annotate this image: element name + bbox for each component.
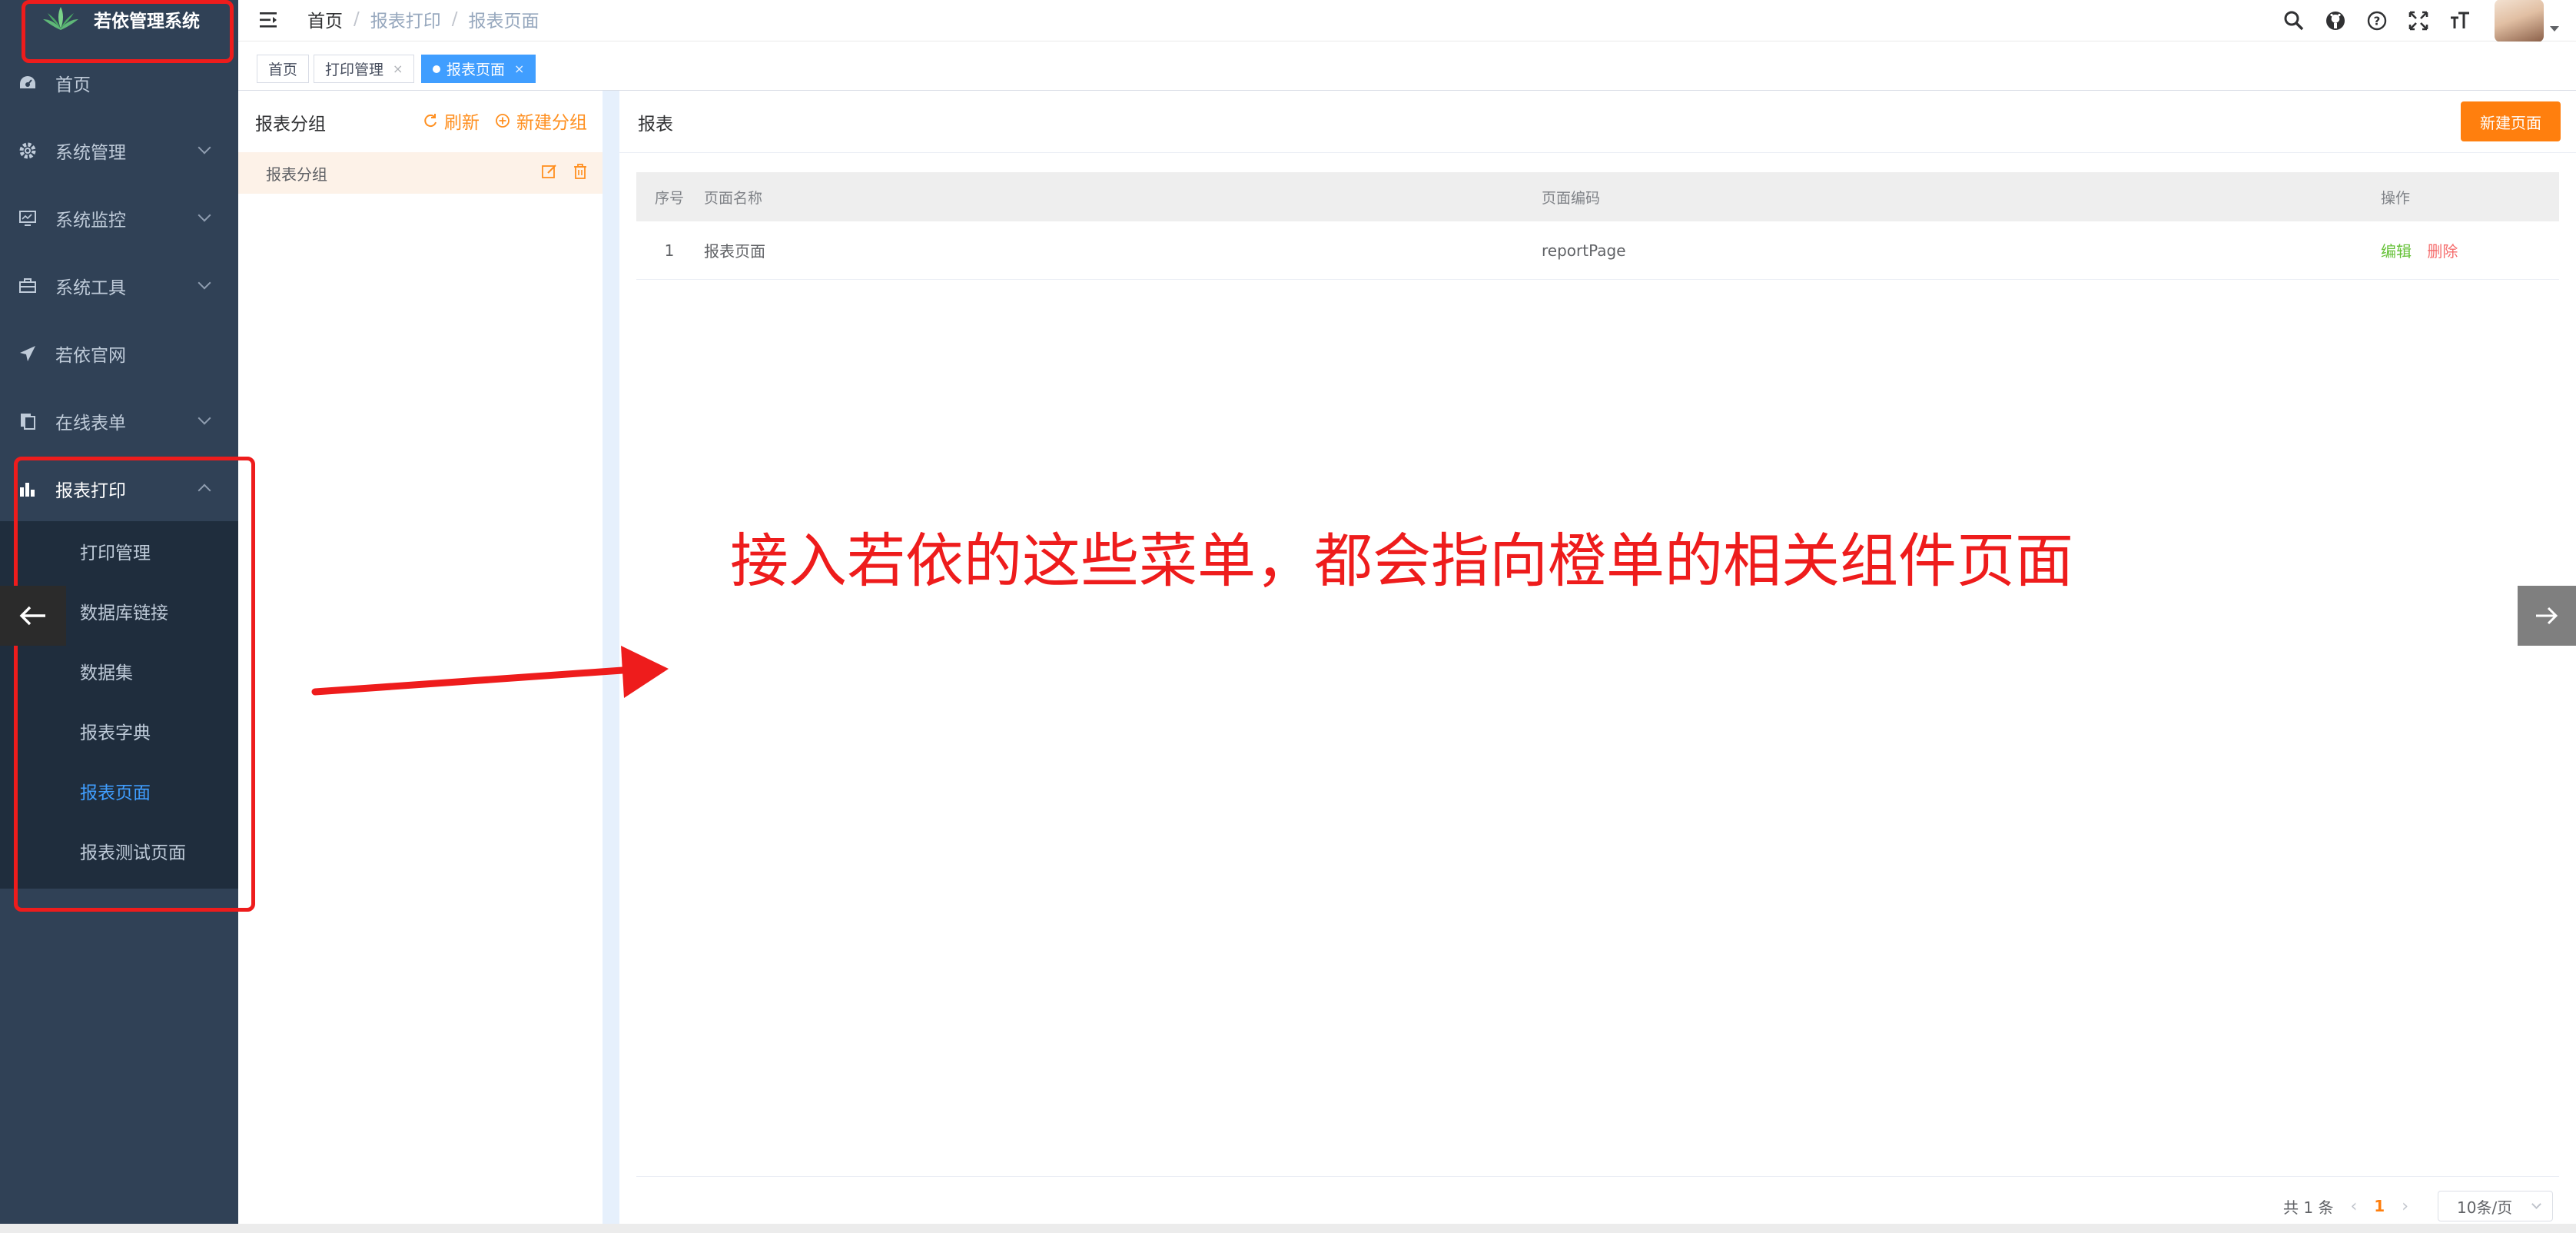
new-page-button[interactable]: 新建页面 [2461,101,2561,141]
breadcrumb-separator: / [451,9,458,29]
cell-page-code: reportPage [1542,241,1626,260]
cell-index: 1 [664,241,675,260]
sidebar-item-label: 首页 [55,75,91,95]
group-panel-title: 报表分组 [255,115,326,135]
active-dot-icon [433,65,440,73]
dashboard-icon [17,72,38,94]
table-header: 序号 页面名称 页面编码 操作 [636,172,2559,221]
chevron-down-icon [198,411,211,425]
new-group-button[interactable]: 新建分组 [495,108,587,134]
prev-page-icon[interactable]: ‹ [2350,1197,2357,1216]
navbar-right-menu: ? [2273,0,2576,42]
cell-page-name: 报表页面 [704,242,765,261]
divider [619,152,2576,153]
group-list-item[interactable]: 报表分组 [238,152,603,194]
pagination-current-page[interactable]: 1 [2374,1197,2385,1215]
sidebar-item-system-manage[interactable]: 系统管理 [0,117,238,184]
refresh-label: 刷新 [444,113,480,133]
cell-operations: 编辑 删除 [2381,239,2559,261]
pagination-total: 共 1 条 [2283,1198,2334,1217]
send-icon [17,343,38,364]
column-header-index: 序号 [654,189,684,207]
close-icon[interactable]: × [393,61,403,76]
pagination: 共 1 条 ‹ 1 › 10条/页 [2283,1188,2553,1224]
fullscreen-icon[interactable] [2405,8,2432,34]
tags-view: 首页 打印管理 × 报表页面 × [238,42,2576,91]
viewer-prev-button[interactable] [0,586,66,646]
chevron-down-icon [198,276,211,290]
tag-report-page[interactable]: 报表页面 × [421,55,536,83]
annotation-arrow-icon [311,646,669,698]
sidebar-item-label: 系统管理 [55,143,126,163]
chevron-down-icon [198,208,211,222]
breadcrumb-report-print: 报表打印 [370,12,441,32]
caret-down-icon[interactable] [2550,25,2559,32]
refresh-button[interactable]: 刷新 [423,108,480,134]
tag-home[interactable]: 首页 [257,55,310,83]
column-header-operation: 操作 [2381,189,2411,207]
next-page-icon[interactable]: › [2402,1197,2408,1216]
viewer-next-button[interactable] [2518,586,2576,646]
sidebar-item-label: 在线表单 [55,414,126,434]
report-panel-title: 报表 [638,115,673,135]
column-header-code: 页面编码 [1542,189,1601,207]
page-size-value: 10条/页 [2457,1198,2513,1217]
delete-icon[interactable] [572,163,589,180]
tag-label: 打印管理 [325,61,384,78]
new-group-label: 新建分组 [516,113,587,133]
report-panel: 报表 新建页面 序号 页面名称 页面编码 操作 1 报表页面 reportPag… [619,91,2576,1224]
group-name: 报表分组 [266,165,327,184]
toolbox-icon [17,275,38,297]
sidebar-item-label: 若依官网 [55,346,126,366]
sidebar-item-online-form[interactable]: 在线表单 [0,387,238,455]
hamburger-icon[interactable] [259,9,281,31]
group-panel-actions: 刷新 新建分组 [407,108,587,134]
tag-print-manage[interactable]: 打印管理 × [314,55,415,83]
group-row-ops [527,163,589,180]
help-icon[interactable]: ? [2364,8,2390,34]
divider [636,1176,2559,1177]
breadcrumb-separator: / [354,9,360,29]
breadcrumb-home[interactable]: 首页 [307,6,343,32]
navbar: 首页 / 报表打印 / 报表页面 ? [238,0,2576,42]
form-icon [17,410,38,432]
annotation-box-logo [22,0,234,63]
column-header-name: 页面名称 [704,189,763,207]
add-circle-icon [495,113,510,128]
sidebar-item-system-monitor[interactable]: 系统监控 [0,184,238,252]
refresh-icon [423,113,438,128]
page-size-select[interactable]: 10条/页 [2438,1191,2553,1221]
chevron-down-icon [2531,1199,2541,1209]
font-size-icon[interactable] [2447,8,2473,34]
github-icon[interactable] [2322,8,2349,34]
bottom-strip [0,1224,2576,1233]
tag-label: 报表页面 [446,61,506,78]
chevron-down-icon [198,141,211,155]
report-page-table: 序号 页面名称 页面编码 操作 1 报表页面 reportPage 编辑 删除 [636,172,2559,280]
sidebar-item-label: 系统工具 [55,278,126,298]
annotation-box-report-menu [14,457,255,912]
gear-icon [17,140,38,161]
avatar[interactable] [2495,0,2544,42]
arrow-right-icon [2536,607,2558,625]
sidebar-item-system-tools[interactable]: 系统工具 [0,252,238,320]
monitor-icon [17,208,38,229]
tag-label: 首页 [268,61,298,78]
breadcrumb: 首页 / 报表打印 / 报表页面 [307,0,539,38]
edit-link[interactable]: 编辑 [2381,242,2412,261]
table-row[interactable]: 1 报表页面 reportPage 编辑 删除 [636,221,2559,280]
svg-text:?: ? [2374,15,2381,28]
annotation-text: 接入若依的这些菜单，都会指向橙单的相关组件页面 [730,527,2073,595]
breadcrumb-report-page: 报表页面 [468,12,539,32]
edit-icon[interactable] [541,163,558,180]
delete-link[interactable]: 删除 [2427,242,2458,261]
arrow-left-icon [19,606,45,626]
sidebar-item-ruoyi-site[interactable]: 若依官网 [0,320,238,387]
sidebar-item-label: 系统监控 [55,211,126,231]
close-icon[interactable]: × [514,61,524,76]
search-icon[interactable] [2281,8,2307,34]
